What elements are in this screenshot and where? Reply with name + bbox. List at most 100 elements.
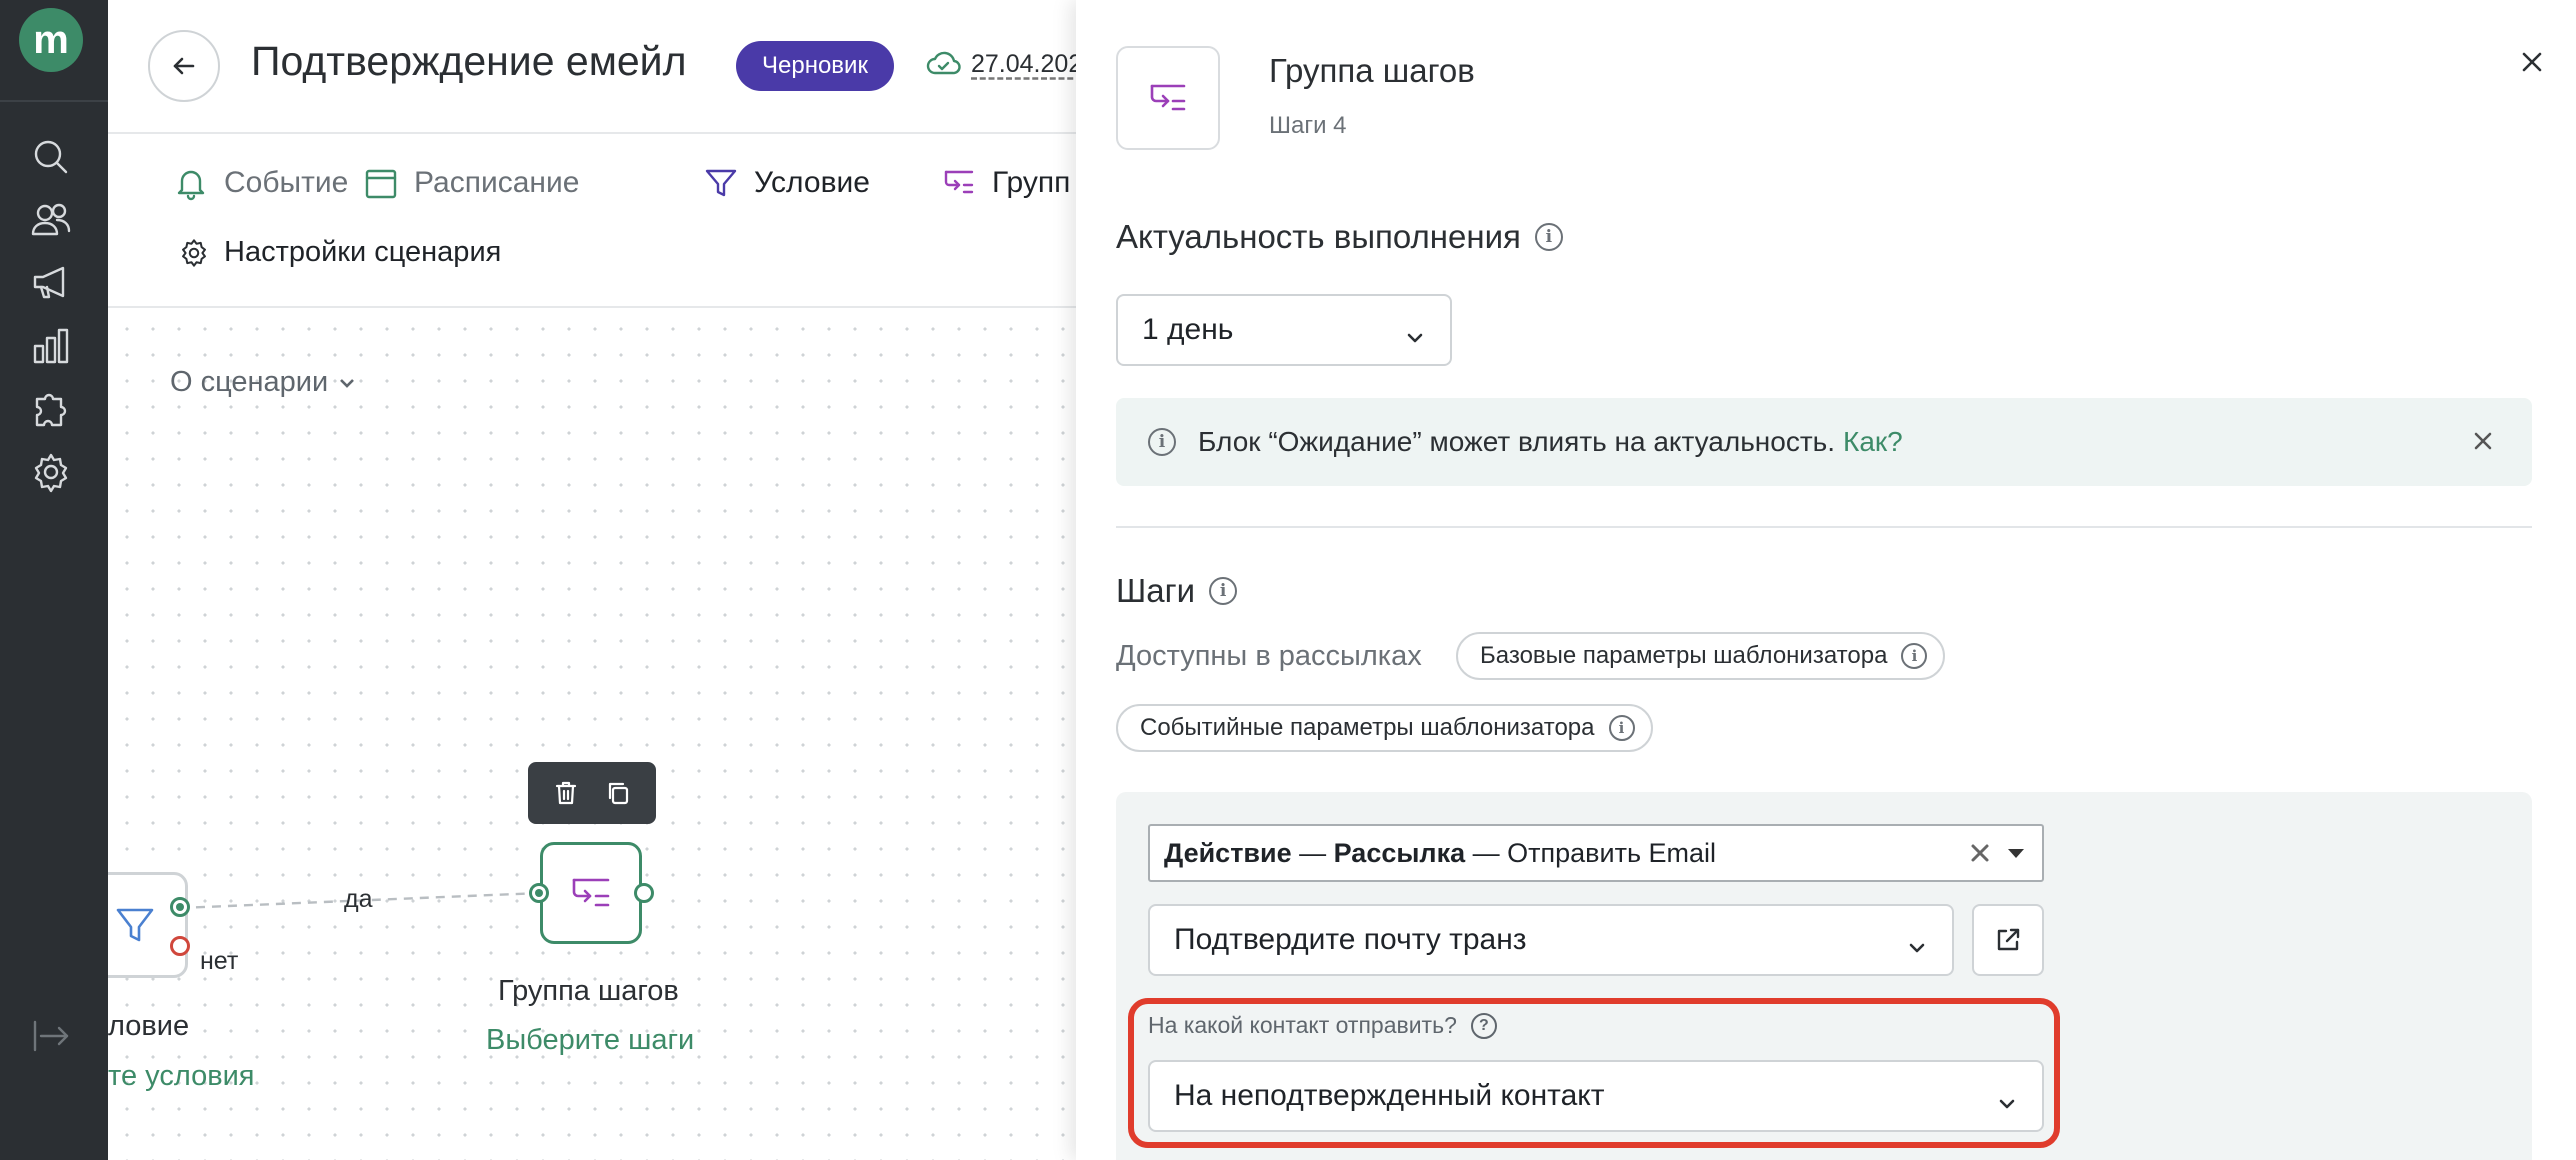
action-sep: —	[1291, 837, 1334, 868]
clear-action-button[interactable]	[1968, 841, 1992, 865]
cloud-check-icon	[926, 51, 961, 75]
contact-select[interactable]: На неподтвержденный контакт	[1148, 1060, 2044, 1132]
rail-divider	[0, 100, 108, 102]
tool-condition-label: Условие	[754, 166, 870, 199]
tool-scenario-settings-label: Настройки сценария	[224, 236, 502, 268]
info-icon[interactable]: i	[1901, 643, 1928, 669]
tool-group-label: Групп	[992, 166, 1071, 199]
left-nav-rail: m	[0, 0, 108, 1160]
relevance-select[interactable]: 1 день	[1116, 294, 1452, 366]
group-port-out[interactable]	[634, 883, 654, 903]
info-icon[interactable]: i	[1209, 577, 1238, 605]
section-divider	[1116, 526, 2532, 528]
chip-base-params[interactable]: Базовые параметры шаблонизатора i	[1456, 632, 1946, 680]
blocks-toolbar: Событие Расписание Условие Групп Настрой…	[108, 136, 1076, 308]
bell-icon	[177, 170, 205, 201]
close-icon	[1971, 844, 1989, 862]
condition-node[interactable]	[108, 872, 188, 978]
condition-node-link[interactable]: те условия	[108, 1060, 255, 1093]
gear-icon[interactable]	[27, 448, 75, 496]
condition-node-title: ловие	[108, 1010, 190, 1042]
copy-icon[interactable]	[604, 779, 632, 807]
step-card: Действие — Рассылка — Отправить Email По…	[1116, 792, 2532, 1160]
close-icon	[2474, 432, 2492, 450]
back-button[interactable]	[148, 30, 220, 102]
notice-text: Блок “Ожидание” может влиять на актуальн…	[1198, 426, 1836, 457]
external-link-icon	[1997, 928, 2020, 951]
panel-subtitle: Шаги 4	[1269, 112, 1347, 139]
calendar-icon	[365, 169, 397, 199]
tool-group[interactable]: Групп	[940, 164, 1070, 202]
scenario-editor: Подтверждение емейл Черновик 27.04.202 С…	[108, 0, 1076, 1160]
action-sep: —	[1465, 837, 1508, 868]
close-icon	[2522, 52, 2542, 72]
page-title: Подтверждение емейл	[251, 38, 687, 84]
step-group-icon	[572, 878, 610, 907]
tool-schedule-label: Расписание	[414, 166, 580, 199]
trash-icon[interactable]	[552, 779, 580, 807]
filter-icon	[705, 169, 737, 197]
port-yes[interactable]	[170, 897, 190, 917]
analytics-icon[interactable]	[27, 322, 75, 370]
template-select[interactable]: Подтвердите почту транз	[1148, 904, 1954, 976]
edge-yes-label: да	[344, 885, 373, 913]
template-select-value: Подтвердите почту транз	[1174, 923, 1527, 956]
gear-icon	[182, 238, 206, 267]
chevron-down-icon	[1998, 1087, 2016, 1109]
status-badge: Черновик	[736, 41, 894, 91]
action-name: Отправить Email	[1507, 837, 1717, 868]
tool-schedule[interactable]: Расписание	[362, 164, 579, 202]
steps-heading: Шаги i	[1116, 572, 1238, 610]
close-panel-button[interactable]	[2514, 44, 2550, 80]
node-actions-toolbar	[528, 762, 656, 824]
save-date[interactable]: 27.04.202	[971, 50, 1076, 79]
action-type: Действие	[1164, 837, 1292, 868]
info-icon[interactable]: i	[1608, 715, 1635, 741]
save-status[interactable]: 27.04.202	[925, 46, 1076, 82]
contact-select-value: На неподтвержденный контакт	[1174, 1079, 1605, 1112]
relevance-heading-label: Актуальность выполнения	[1116, 218, 1521, 255]
action-category: Рассылка	[1333, 837, 1466, 868]
chevron-down-icon	[1908, 931, 1926, 953]
step-group-icon	[944, 170, 974, 194]
tool-condition[interactable]: Условие	[702, 164, 870, 202]
puzzle-icon[interactable]	[27, 385, 75, 433]
group-port-in[interactable]	[529, 883, 549, 903]
notice-close-button[interactable]	[2470, 428, 2496, 454]
tool-scenario-settings[interactable]: Настройки сценария	[178, 236, 501, 269]
about-scenario-toggle[interactable]: О сценарии	[170, 366, 356, 399]
tool-event[interactable]: Событие	[172, 164, 348, 202]
group-node-link[interactable]: Выберите шаги	[486, 1024, 694, 1057]
scenario-canvas[interactable]: О сценарии да нет ловие те условия Групп…	[108, 310, 1076, 1160]
caret-down-icon[interactable]	[2008, 849, 2024, 858]
chip-event-params[interactable]: Событийные параметры шаблонизатора i	[1116, 704, 1653, 752]
action-select[interactable]: Действие — Рассылка — Отправить Email	[1148, 824, 2044, 882]
search-icon[interactable]	[27, 133, 75, 181]
panel-block-icon	[1116, 46, 1220, 150]
group-node-title: Группа шагов	[498, 975, 679, 1007]
editor-header: Подтверждение емейл Черновик 27.04.202	[108, 0, 1076, 134]
notice-help-link[interactable]: Как?	[1843, 426, 1903, 458]
chip-base-params-label: Базовые параметры шаблонизатора	[1480, 642, 1888, 669]
panel-title: Группа шагов	[1269, 52, 1475, 89]
info-icon[interactable]: i	[1534, 223, 1563, 251]
help-icon[interactable]: ?	[1470, 1012, 1497, 1039]
open-template-button[interactable]	[1972, 904, 2044, 976]
about-scenario-label: О сценарии	[170, 366, 329, 398]
relevance-notice: i Блок “Ожидание” может влиять на актуал…	[1116, 398, 2532, 486]
port-no[interactable]	[170, 936, 190, 956]
chevron-down-icon	[1406, 321, 1424, 343]
contacts-icon[interactable]	[27, 196, 75, 244]
app-logo[interactable]: m	[19, 8, 83, 72]
edge-no-label: нет	[200, 947, 239, 975]
step-group-icon	[1150, 84, 1186, 111]
contact-field-label: На какой контакт отправить? ?	[1148, 1012, 1497, 1039]
filter-icon	[116, 908, 154, 942]
group-node[interactable]	[540, 842, 642, 944]
megaphone-icon[interactable]	[27, 258, 75, 306]
collapse-icon[interactable]	[27, 1012, 75, 1060]
chevron-down-icon	[340, 378, 355, 388]
steps-heading-label: Шаги	[1116, 572, 1196, 609]
tool-event-label: Событие	[224, 166, 349, 199]
relevance-heading: Актуальность выполнения i	[1116, 218, 1563, 256]
